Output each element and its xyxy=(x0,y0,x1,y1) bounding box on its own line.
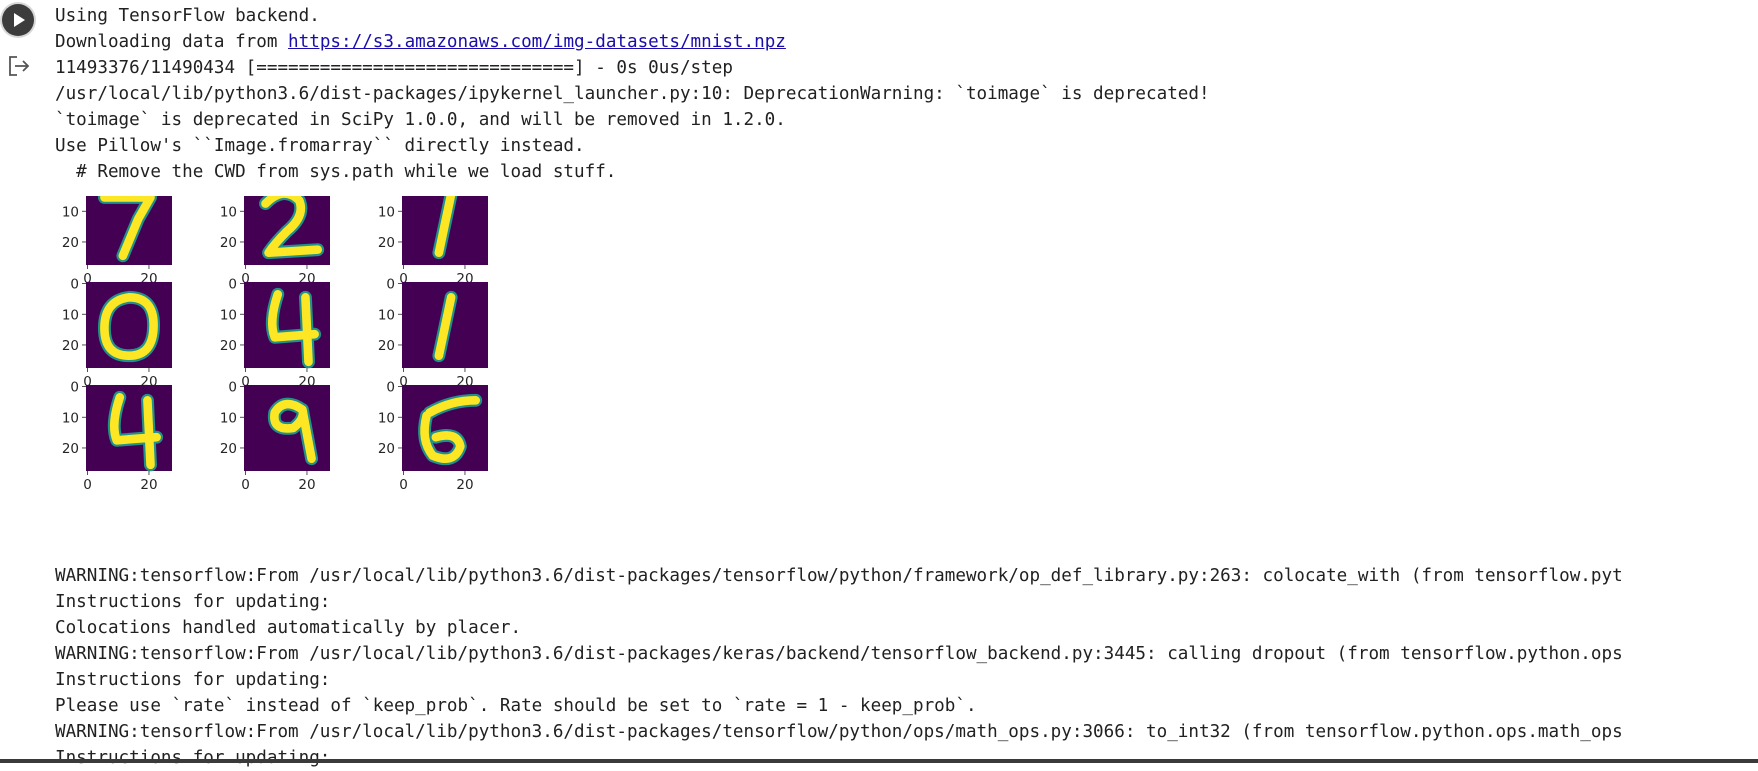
mnist-digit-grid: 0102002001020020010200200102002001020020… xyxy=(55,196,575,556)
y-tick-label: 0 xyxy=(70,380,79,396)
digit-subplot-6: 010200 20 xyxy=(378,277,488,390)
y-tick-label: 10 xyxy=(378,307,395,323)
digit-subplot-5: 010200 20 xyxy=(220,277,330,390)
y-tick-label: 20 xyxy=(62,441,79,457)
progress-line: 11493376/11490434 [=====================… xyxy=(55,58,733,78)
digit-subplot-3: 01020020 xyxy=(378,196,488,287)
cell-gutter xyxy=(0,0,52,763)
x-tick-label: 0 xyxy=(241,477,250,493)
play-circle-icon xyxy=(14,13,25,27)
y-tick-label: 0 xyxy=(386,380,395,396)
y-tick-label: 20 xyxy=(62,235,79,251)
output-line: /usr/local/lib/python3.6/dist-packages/i… xyxy=(55,84,1210,104)
run-cell-button[interactable] xyxy=(2,4,34,36)
y-tick-label: 20 xyxy=(378,235,395,251)
output-line: Use Pillow's ``Image.fromarray`` directl… xyxy=(55,136,585,156)
warning-line: WARNING:tensorflow:From /usr/local/lib/p… xyxy=(55,722,1623,742)
y-tick-label: 0 xyxy=(228,277,237,293)
y-tick-label: 10 xyxy=(378,410,395,426)
output-line: `toimage` is deprecated in SciPy 1.0.0, … xyxy=(55,110,786,130)
y-tick-label: 20 xyxy=(220,441,237,457)
y-tick-label: 0 xyxy=(228,380,237,396)
y-tick-label: 10 xyxy=(62,307,79,323)
x-tick-label: 0 xyxy=(399,477,408,493)
x-tick-label: 20 xyxy=(298,477,315,493)
output-redirect-icon xyxy=(7,54,31,78)
warning-line: WARNING:tensorflow:From /usr/local/lib/p… xyxy=(55,566,1623,586)
x-tick-label: 0 xyxy=(83,477,92,493)
y-tick-label: 20 xyxy=(378,441,395,457)
y-tick-label: 10 xyxy=(62,410,79,426)
horizontal-scrollbar[interactable] xyxy=(0,759,1758,763)
y-tick-label: 20 xyxy=(378,338,395,354)
x-tick-label: 20 xyxy=(140,477,157,493)
warning-line: WARNING:tensorflow:From /usr/local/lib/p… xyxy=(55,644,1623,664)
download-prefix: Downloading data from xyxy=(55,32,289,52)
digit-subplot-7: 0 10 20 0 20 xyxy=(62,380,172,493)
y-tick-label: 10 xyxy=(378,204,395,220)
y-tick-label: 10 xyxy=(220,204,237,220)
y-tick-label: 10 xyxy=(62,204,79,220)
y-tick-label: 0 xyxy=(386,277,395,293)
output-line: # Remove the CWD from sys.path while we … xyxy=(55,162,617,182)
output-line: Please use `rate` instead of `keep_prob`… xyxy=(55,696,977,716)
y-tick-label: 20 xyxy=(62,338,79,354)
digit-image xyxy=(86,385,172,471)
y-tick-label: 20 xyxy=(220,338,237,354)
y-tick-label: 20 xyxy=(220,235,237,251)
y-tick-label: 10 xyxy=(220,410,237,426)
download-line: Downloading data from https://s3.amazona… xyxy=(55,29,786,55)
digit-grid-figure: 0102002001020020010200200102002001020020… xyxy=(62,196,488,493)
dataset-link[interactable]: https://s3.amazonaws.com/img-datasets/mn… xyxy=(288,32,786,52)
output-line: Instructions for updating: xyxy=(55,592,331,612)
y-tick-label: 10 xyxy=(220,307,237,323)
digit-subplot-9: 0 10 20 0 20 xyxy=(378,380,488,493)
output-line: Using TensorFlow backend. xyxy=(55,6,320,26)
output-line: Colocations handled automatically by pla… xyxy=(55,618,522,638)
cell-output: Using TensorFlow backend. Downloading da… xyxy=(55,0,1758,768)
y-tick-label: 0 xyxy=(70,277,79,293)
digit-image xyxy=(244,282,330,368)
digit-subplot-8: 0 10 20 0 20 xyxy=(220,380,330,493)
x-tick-label: 20 xyxy=(456,477,473,493)
output-line: Instructions for updating: xyxy=(55,748,331,768)
digit-subplot-4: 010200 20 xyxy=(62,277,172,390)
output-line: Instructions for updating: xyxy=(55,670,331,690)
digit-subplot-2: 01020020 xyxy=(220,196,330,287)
digit-subplot-1: 01020020 xyxy=(62,196,172,287)
